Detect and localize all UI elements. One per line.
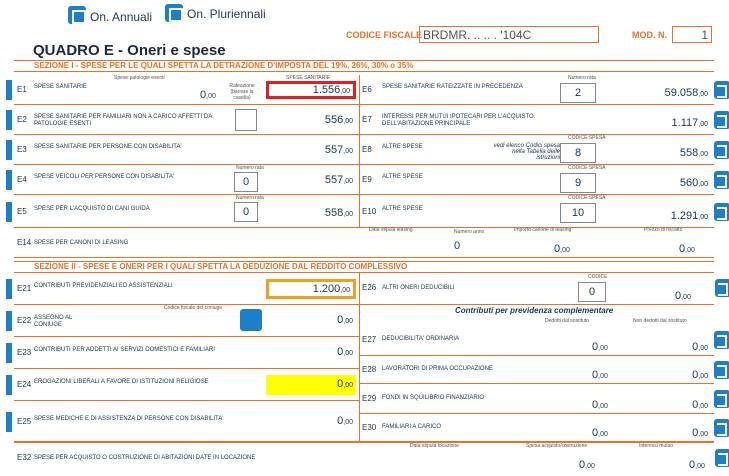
e32-interessi[interactable]: 0,00	[689, 459, 705, 471]
row-e2: E2 SPESE SANITARIE PER FAMILIARI NON A CA…	[6, 105, 359, 135]
e3-amount[interactable]: 557,00	[266, 141, 356, 159]
row-e25: E25 SPESE MEDICHE E DI ASSISTENZA DI PERS…	[6, 401, 359, 442]
spouse-lookup-icon[interactable]	[240, 309, 262, 331]
e4-amount[interactable]: 557,00	[266, 171, 356, 189]
detail-icon[interactable]	[714, 361, 729, 379]
detail-icon[interactable]	[715, 279, 729, 297]
complementary-title: Contributi per previdenza complementare	[455, 306, 614, 315]
row-e4: E4 SPESE VEICOLI PER PERSONE CON DISABILI…	[6, 165, 359, 195]
e26-amount[interactable]: 0,00	[675, 290, 691, 302]
row-e24: E24 EROGAZIONI LIBERALI A FAVORE DI ISTIT…	[6, 369, 359, 401]
row-e1: E1 SPESE SANITARIE 0,00 Spese patologie ese…	[6, 75, 359, 105]
e29-dedotti[interactable]: 0,00	[592, 399, 608, 411]
e23-amount[interactable]: 0,00	[266, 343, 356, 363]
row-e28: E28 LAVORATORI DI PRIMA OCCUPAZIONE 0,00 0,…	[360, 356, 729, 384]
row-e23: E23 CONTRIBUTI PER ADDETTI AI SERVIZI DOM…	[6, 337, 359, 369]
row-e3: E3 SPESE SANITARIE PER PERSONE CON DISABI…	[6, 135, 359, 165]
leasing-year[interactable]: 0	[454, 240, 460, 252]
detail-icon[interactable]	[714, 390, 729, 408]
row-marker	[6, 110, 12, 130]
row-marker	[6, 411, 12, 432]
detail-icon[interactable]	[714, 419, 729, 437]
row-marker	[6, 170, 12, 190]
e26-code-field[interactable]: 0	[578, 282, 606, 302]
e1-patologie-esenti[interactable]: 0,00	[200, 89, 216, 101]
row-e10: E10 ALTRE SPESE CODICE SPESA 10 1.291,00	[360, 195, 729, 228]
e2-checkbox[interactable]	[235, 109, 257, 131]
e22-amount[interactable]: 0,00	[266, 311, 356, 331]
e24-amount[interactable]: 0,00	[266, 375, 356, 395]
e9-amount[interactable]: 560,00	[680, 177, 708, 189]
detail-icon[interactable]	[714, 331, 729, 349]
e5-amount[interactable]: 558,00	[266, 204, 356, 222]
e6-code[interactable]: 2	[560, 83, 596, 103]
row-e9: E9 ALTRE SPESE CODICE SPESA 9 560,00	[360, 165, 729, 195]
e27-dedotti[interactable]: 0,00	[592, 341, 608, 353]
section-2-title: SEZIONE II - SPESE E ONERI PER I QUALI S…	[14, 261, 714, 273]
tax-code-field[interactable]: BRDMR. .. .. . '104C	[419, 26, 599, 43]
model-number-field[interactable]: 1	[672, 26, 712, 43]
e28-dedotti[interactable]: 0,00	[592, 369, 608, 381]
e10-amount[interactable]: 1.291,00	[671, 210, 708, 222]
e5-rata[interactable]: 0	[234, 202, 258, 222]
e9-code[interactable]: 9	[560, 173, 596, 193]
row-e8: E8 ALTRE SPESE CODICE SPESA 8 vedi elenco Co…	[360, 135, 729, 165]
row-e7: E7 INTERESSI PER MUTUI IPOTECARI PER L'AC…	[360, 105, 729, 135]
annual-charges-icon[interactable]	[68, 6, 86, 24]
e8-amount[interactable]: 558,00	[680, 147, 708, 159]
multi-year-charges-icon[interactable]	[165, 4, 183, 22]
row-e32: E32 SPESE PER ACQUISTO O COSTRUZIONE DI …	[14, 442, 714, 476]
row-e22: E22 ASSEGNO AL CONIUGE Codice fiscale del …	[6, 305, 359, 337]
e6-amount[interactable]: 59.058,00	[665, 87, 708, 99]
section-1-title: SEZIONE I - SPESE PER LE QUALI SPETTA LA…	[14, 60, 714, 72]
row-e6: E6 SPESE SANITARIE RATEIZZATE IN PRECEDEN…	[360, 75, 729, 105]
row-e30: E30 FAMILIARI A CARICO 0,00 0,00	[360, 414, 729, 442]
e4-rata[interactable]: 0	[234, 172, 258, 192]
e27-non-dedotti[interactable]: 0,00	[692, 341, 708, 353]
row-e14: E14 SPESE PER CANONI DI LEASING Data sti…	[14, 227, 714, 258]
tax-code-label: CODICE FISCALE	[346, 30, 423, 40]
e21-amount[interactable]: 1.200,00	[266, 279, 356, 299]
e2-amount[interactable]: 556,00	[266, 111, 356, 129]
e25-amount[interactable]: 0,00	[266, 412, 356, 432]
e1-amount[interactable]: 1.556,00	[266, 81, 356, 99]
row-marker	[6, 140, 12, 160]
row-e5: E5 SPESE PER L'ACQUISTO DI CANI GUIDA Nume…	[6, 195, 359, 228]
detail-icon[interactable]	[715, 449, 729, 467]
row-e29: E29 FONDI IN SQUILIBRIO FINANZIARIO 0,00 0,…	[360, 384, 729, 414]
row-marker	[6, 201, 12, 222]
detail-icon[interactable]	[714, 202, 729, 221]
detail-icon[interactable]	[714, 171, 729, 189]
e7-amount[interactable]: 1.117,00	[672, 117, 708, 129]
leasing-amount[interactable]: 0,00	[554, 243, 570, 255]
detail-icon[interactable]	[714, 111, 729, 129]
e8-code[interactable]: 8	[560, 143, 596, 163]
row-marker	[6, 375, 12, 395]
e28-non-dedotti[interactable]: 0,00	[692, 369, 708, 381]
row-marker	[6, 311, 12, 331]
row-marker	[6, 279, 12, 299]
row-e21: E21 CONTRIBUTI PREVIDENZIALI ED ASSISTENZ…	[6, 273, 359, 305]
row-e27: E27 DEDUCIBILITA' ORDINARIA 0,00 0,00	[360, 324, 729, 356]
row-e26: E26 ALTRI ONERI DEDUCIBILI CODICE 0 0,00	[360, 273, 714, 305]
e32-spesa[interactable]: 0,00	[579, 459, 595, 471]
model-number-label: MOD. N.	[632, 30, 667, 40]
e30-dedotti[interactable]: 0,00	[592, 427, 608, 439]
row-marker	[6, 80, 12, 100]
detail-icon[interactable]	[714, 141, 729, 159]
e29-non-dedotti[interactable]: 0,00	[692, 399, 708, 411]
detail-icon[interactable]	[714, 81, 729, 99]
e30-non-dedotti[interactable]: 0,00	[692, 427, 708, 439]
multi-year-charges-tab[interactable]: On. Pluriennali	[187, 7, 266, 21]
leasing-redeem[interactable]: 0,00	[679, 243, 695, 255]
e10-code[interactable]: 10	[560, 203, 596, 223]
page-title: QUADRO E - Oneri e spese	[33, 42, 226, 59]
annual-charges-tab[interactable]: On. Annuali	[90, 10, 152, 24]
row-marker	[6, 343, 12, 363]
